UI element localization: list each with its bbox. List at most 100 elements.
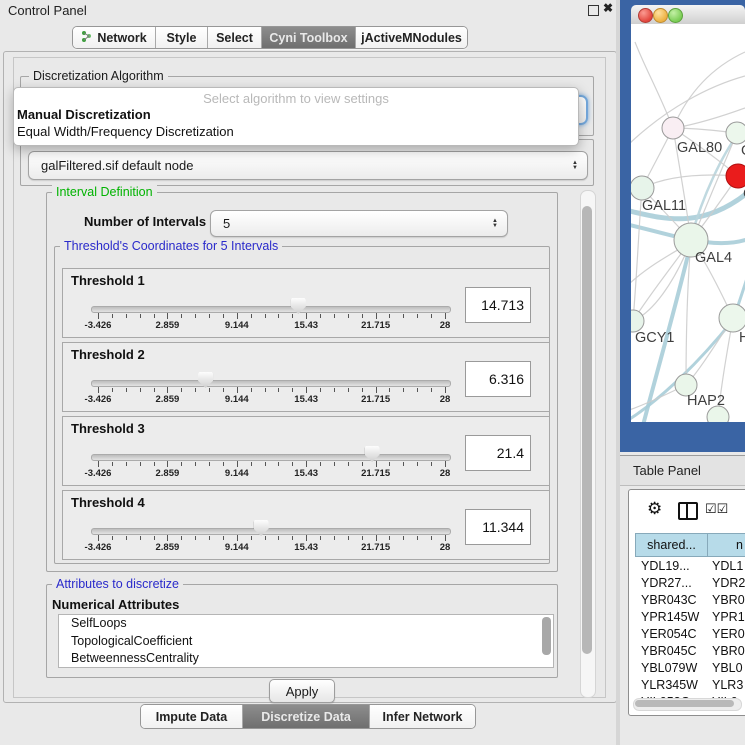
slider-tick-label: -3.426 <box>85 468 112 479</box>
slider-track[interactable] <box>91 380 451 387</box>
numerical-attributes-list: SelfLoopsTopologicalCoefficientBetweenne… <box>58 614 554 668</box>
slider-minor-tick <box>126 536 127 540</box>
slider-tick-label: 2.859 <box>156 320 180 331</box>
slider-major-tick <box>445 461 446 467</box>
dropdown-option-equal-width[interactable]: Equal Width/Frequency Discretization <box>17 124 575 139</box>
control-panel-tabs: Network Style Select Cyni Toolbox jActiv… <box>72 26 468 49</box>
threshold-value-field[interactable] <box>465 361 531 397</box>
dropdown-option-manual[interactable]: Manual Discretization <box>17 107 575 122</box>
table-row[interactable]: YBR043CYBR0 <box>629 593 745 610</box>
threshold-label: Threshold 3 <box>71 421 145 436</box>
slider-minor-tick <box>348 388 349 392</box>
list-scrollbar[interactable] <box>542 617 551 655</box>
slider-minor-tick <box>403 388 404 392</box>
slider-minor-tick <box>209 536 210 540</box>
window-title: Control Panel <box>8 3 87 18</box>
network-node[interactable] <box>662 117 684 139</box>
table-data-combobox[interactable]: galFiltered.sif default node ▲▼ <box>28 151 588 180</box>
attribute-list-item[interactable]: SelfLoops <box>59 615 553 633</box>
tab-impute-data[interactable]: Impute Data <box>141 705 243 728</box>
table-hscrollbar-track[interactable] <box>633 698 742 711</box>
slider-minor-tick <box>431 462 432 466</box>
table-data-group: Table Data galFiltered.sif default node … <box>20 139 594 186</box>
zoom-traffic-light[interactable] <box>668 8 683 23</box>
slider-minor-tick <box>195 462 196 466</box>
slider-minor-tick <box>348 462 349 466</box>
threshold-value-field[interactable] <box>465 287 531 323</box>
attribute-list-item[interactable]: TopologicalCoefficient <box>59 633 553 651</box>
slider-minor-tick <box>126 314 127 318</box>
minimize-traffic-light[interactable] <box>653 8 668 23</box>
slider-minor-tick <box>292 536 293 540</box>
threshold-value-field[interactable] <box>465 509 531 545</box>
split-columns-icon[interactable] <box>678 502 698 520</box>
slider-minor-tick <box>223 462 224 466</box>
slider-minor-tick <box>362 388 363 392</box>
slider-minor-tick <box>112 536 113 540</box>
cell-name: YLR3 <box>708 678 743 695</box>
table-row[interactable]: YBL079WYBL0 <box>629 661 745 678</box>
slider-tick-label: 15.43 <box>294 394 318 405</box>
network-window-titlebar[interactable] <box>631 5 745 25</box>
threshold-value-field[interactable] <box>465 435 531 471</box>
network-node[interactable] <box>631 176 654 200</box>
slider-minor-tick <box>389 536 390 540</box>
slider-minor-tick <box>278 388 279 392</box>
number-of-intervals-combobox[interactable]: 5 ▲▼ <box>210 210 508 237</box>
network-node[interactable] <box>726 122 745 144</box>
panel-scrollbar-thumb[interactable] <box>582 206 592 654</box>
tab-network[interactable]: Network <box>73 27 156 48</box>
network-node[interactable] <box>631 310 644 332</box>
threshold-label: Threshold 2 <box>71 347 145 362</box>
tab-style[interactable]: Style <box>156 27 208 48</box>
close-icon[interactable]: ✖ <box>603 1 613 15</box>
slider-tick-label: 9.144 <box>225 468 249 479</box>
slider-track[interactable] <box>91 528 451 535</box>
table-row[interactable]: YBR045CYBR0 <box>629 644 745 661</box>
tab-discretize-data[interactable]: Discretize Data <box>243 705 370 728</box>
close-traffic-light[interactable] <box>638 8 653 23</box>
table-row[interactable]: YDR27...YDR2 <box>629 576 745 593</box>
control-panel-window: Control Panel ✖ Network Style Select Cyn… <box>0 0 745 745</box>
tab-cyni-toolbox[interactable]: Cyni Toolbox <box>262 27 356 48</box>
float-window-icon[interactable] <box>588 5 599 16</box>
apply-button[interactable]: Apply <box>269 679 335 703</box>
attribute-list-item[interactable]: BetweennessCentrality <box>59 650 553 668</box>
slider-track[interactable] <box>91 454 451 461</box>
network-node[interactable] <box>719 304 745 332</box>
cell-shared-name: YLR345W <box>629 678 708 695</box>
slider-minor-tick <box>223 536 224 540</box>
tab-select[interactable]: Select <box>208 27 262 48</box>
tab-label: Cyni Toolbox <box>269 31 347 45</box>
network-edge <box>635 42 673 128</box>
slider-minor-tick <box>334 462 335 466</box>
column-header-shared-name[interactable]: shared... <box>635 533 707 557</box>
gear-icon[interactable]: ⚙ <box>647 499 662 519</box>
tab-jactivemnodules[interactable]: jActiveMNodules <box>356 27 467 48</box>
slider-major-tick <box>237 461 238 467</box>
tab-infer-network[interactable]: Infer Network <box>370 705 475 728</box>
slider-minor-tick <box>223 314 224 318</box>
slider-tick-label: 15.43 <box>294 468 318 479</box>
slider-minor-tick <box>265 536 266 540</box>
network-canvas[interactable]: GAL80GACGAL11GAL4GCY1HHAP2 <box>631 24 745 422</box>
cell-name: YDR2 <box>708 576 745 593</box>
table-row[interactable]: YLR345WYLR3 <box>629 678 745 695</box>
slider-major-tick <box>98 387 99 393</box>
table-row[interactable]: YPR145WYPR1 <box>629 610 745 627</box>
checkbox-checked-icons[interactable]: ☑☑ <box>705 501 728 517</box>
slider-minor-tick <box>140 388 141 392</box>
slider-minor-tick <box>334 536 335 540</box>
slider-minor-tick <box>278 314 279 318</box>
table-row[interactable]: YDL19...YDL1 <box>629 559 745 576</box>
slider-minor-tick <box>251 314 252 318</box>
slider-tick-label: 21.715 <box>361 320 390 331</box>
slider-minor-tick <box>320 388 321 392</box>
slider-minor-tick <box>278 536 279 540</box>
column-header-name[interactable]: n <box>707 533 745 557</box>
table-hscrollbar-thumb[interactable] <box>635 700 734 707</box>
table-row[interactable]: YER054CYER0 <box>629 627 745 644</box>
slider-track[interactable] <box>91 306 451 313</box>
slider-minor-tick <box>362 536 363 540</box>
network-node[interactable] <box>726 164 745 188</box>
